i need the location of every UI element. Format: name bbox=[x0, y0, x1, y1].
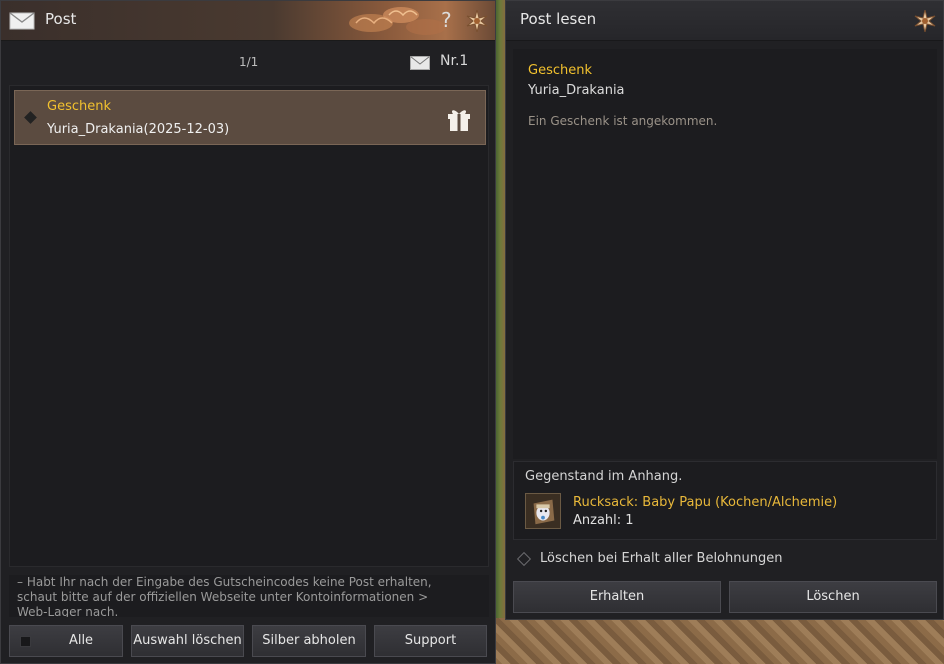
select-all-checkbox[interactable] bbox=[20, 636, 31, 647]
delete-on-receive-option[interactable]: Löschen bei Erhalt aller Belohnungen bbox=[516, 550, 936, 570]
read-mail-title: Post lesen bbox=[520, 10, 597, 28]
attachment-section: Gegenstand im Anhang. Rucksack: Baby Pap… bbox=[513, 461, 937, 540]
notice-text: – Habt Ihr nach der Eingabe des Gutschei… bbox=[9, 575, 489, 617]
receive-button[interactable]: Erhalten bbox=[513, 581, 721, 613]
backpack-pet-icon[interactable] bbox=[525, 493, 561, 529]
mail-count: Nr.1 bbox=[440, 53, 469, 69]
notice-line: – Habt Ihr nach der Eingabe des Gutschei… bbox=[17, 575, 432, 589]
mail-subject: Geschenk bbox=[47, 99, 111, 114]
support-button[interactable]: Support bbox=[374, 625, 487, 657]
collect-silver-button[interactable]: Silber abholen bbox=[252, 625, 366, 657]
post-window: Post ? 1/1 Nr.1 Geschenk Yuria_Drakania(… bbox=[0, 0, 496, 664]
delete-button[interactable]: Löschen bbox=[729, 581, 937, 613]
notice-line: schaut bitte auf der offiziellen Webseit… bbox=[17, 590, 429, 604]
delete-on-receive-label: Löschen bei Erhalt aller Belohnungen bbox=[540, 551, 783, 566]
diamond-checkbox-icon[interactable] bbox=[516, 551, 532, 567]
attachment-item-name: Rucksack: Baby Papu (Kochen/Alchemie) bbox=[573, 495, 838, 510]
selection-diamond-icon bbox=[24, 111, 37, 124]
mail-sender: Yuria_Drakania bbox=[528, 83, 625, 98]
mail-sender-date: Yuria_Drakania(2025-12-03) bbox=[47, 122, 230, 137]
gift-icon bbox=[448, 110, 470, 131]
mail-list[interactable]: Geschenk Yuria_Drakania(2025-12-03) bbox=[9, 85, 489, 567]
attachment-heading: Gegenstand im Anhang. bbox=[525, 469, 683, 484]
read-mail-window: Post lesen Geschenk Yuria_Drakania Ein G… bbox=[505, 0, 944, 620]
mail-count-icon bbox=[410, 56, 430, 70]
mail-message: Ein Geschenk ist angekommen. bbox=[528, 114, 718, 128]
mail-content: Geschenk Yuria_Drakania Ein Geschenk ist… bbox=[513, 49, 937, 459]
post-titlebar[interactable]: Post ? bbox=[1, 1, 495, 41]
help-icon[interactable]: ? bbox=[441, 8, 452, 32]
envelope-icon bbox=[9, 12, 35, 30]
select-all-label: Alle bbox=[68, 633, 94, 648]
cloud-decoration bbox=[349, 7, 446, 35]
post-window-title: Post bbox=[45, 10, 77, 28]
close-star-icon[interactable] bbox=[466, 10, 488, 32]
delete-selected-button[interactable]: Auswahl löschen bbox=[131, 625, 244, 657]
attachment-quantity: Anzahl: 1 bbox=[573, 513, 634, 528]
mail-subject: Geschenk bbox=[528, 63, 592, 78]
close-star-icon[interactable] bbox=[914, 10, 936, 32]
background-ground bbox=[494, 618, 944, 664]
notice-line: Web-Lager nach. bbox=[17, 605, 119, 617]
mail-list-item[interactable]: Geschenk Yuria_Drakania(2025-12-03) bbox=[14, 90, 486, 145]
select-all-button[interactable]: Alle bbox=[9, 625, 123, 657]
read-mail-titlebar[interactable]: Post lesen bbox=[506, 1, 943, 41]
pagination-indicator: 1/1 bbox=[239, 55, 259, 69]
